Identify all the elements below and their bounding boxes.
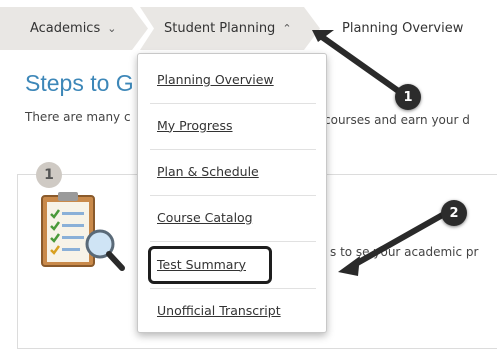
breadcrumb-academics[interactable]: Academics ⌄ [0, 7, 148, 50]
breadcrumb-planning-overview-label: Planning Overview [342, 21, 464, 36]
student-planning-dropdown: Planning Overview My Progress Plan & Sch… [137, 53, 327, 333]
menu-item-planning-overview[interactable]: Planning Overview [138, 56, 326, 102]
menu-item-plan-schedule[interactable]: Plan & Schedule [138, 148, 326, 194]
callout-1: 1 [395, 84, 421, 110]
card-description: s to se your academic pr [330, 245, 479, 259]
chevron-down-icon: ⌄ [107, 22, 117, 35]
callout-2: 2 [441, 200, 467, 226]
menu-item-my-progress[interactable]: My Progress [138, 102, 326, 148]
breadcrumb-student-planning[interactable]: Student Planning ⌃ [140, 7, 320, 50]
chevron-up-icon: ⌃ [282, 22, 292, 35]
page-subtext: There are many c [25, 110, 131, 124]
breadcrumb-planning-overview[interactable]: Planning Overview [340, 7, 492, 50]
menu-item-course-catalog[interactable]: Course Catalog [138, 194, 326, 240]
page-title: Steps to G [25, 70, 134, 96]
page-subtext-right: courses and earn your d [324, 113, 470, 127]
test-summary-highlight [148, 246, 272, 284]
clipboard-magnifier-icon [41, 192, 125, 271]
breadcrumb-student-planning-label: Student Planning [164, 21, 276, 36]
step-number-badge: 1 [36, 162, 62, 188]
breadcrumb: Academics ⌄ Student Planning ⌃ Planning … [0, 0, 497, 60]
menu-item-unofficial-transcript[interactable]: Unofficial Transcript [138, 287, 326, 333]
breadcrumb-academics-label: Academics [30, 21, 101, 36]
